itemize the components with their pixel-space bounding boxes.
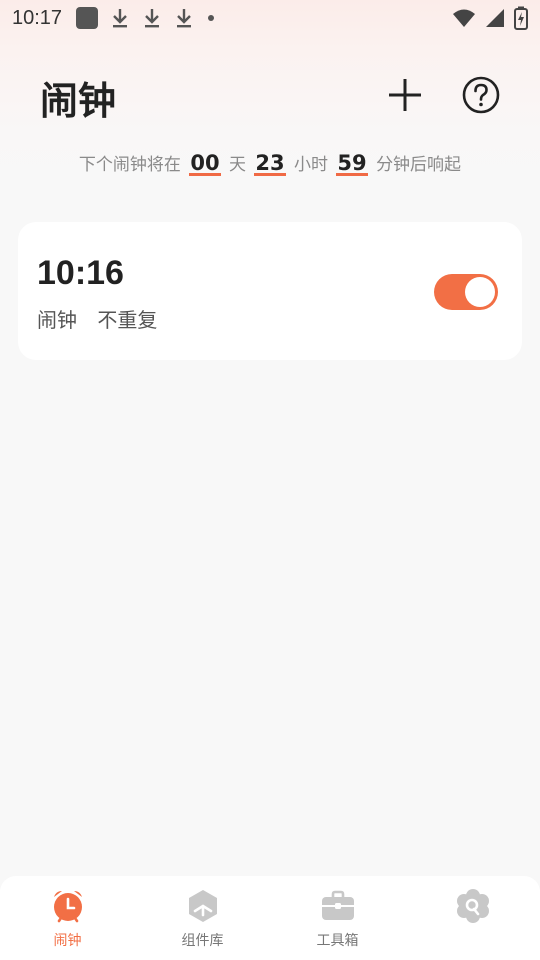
download-icon: [177, 9, 192, 28]
nav-tab-settings[interactable]: [405, 876, 540, 960]
alarm-card[interactable]: 10:16 闹钟 不重复: [18, 222, 522, 360]
alarm-details: 闹钟 不重复: [37, 304, 157, 333]
alarm-enable-toggle[interactable]: [434, 274, 498, 310]
countdown-minutes: 59: [336, 151, 368, 176]
countdown-hours: 23: [254, 151, 286, 176]
download-icon: [113, 9, 128, 28]
alarm-clock-icon: [53, 891, 82, 923]
nav-tab-widgets[interactable]: 组件库: [135, 876, 270, 960]
countdown-days-unit: 天: [228, 155, 246, 175]
download-icon: [145, 9, 160, 28]
more-notifications-dot-icon: [208, 15, 215, 21]
countdown-minutes-suffix: 分钟后响起: [376, 155, 462, 175]
wifi-icon: [453, 9, 475, 27]
alarm-repeat: 不重复: [97, 308, 158, 332]
countdown-prefix: 下个闹钟将在: [78, 155, 181, 175]
nav-label-widgets: 组件库: [181, 933, 224, 949]
page-title: 闹钟: [40, 79, 117, 123]
status-system-icons: [452, 6, 528, 30]
alarm-label: 闹钟: [37, 308, 77, 332]
help-button[interactable]: [460, 74, 502, 116]
nav-label-alarm: 闹钟: [53, 933, 82, 949]
toolbox-icon: [321, 890, 354, 920]
plus-icon: [389, 79, 421, 111]
settings-flower-icon: [456, 889, 489, 923]
widget-cube-icon: [188, 890, 217, 922]
countdown-hours-unit: 小时: [294, 155, 329, 175]
bottom-navigation: 闹钟 组件库 工具箱: [0, 876, 540, 960]
toggle-knob: [465, 277, 495, 307]
nav-label-toolbox: 工具箱: [316, 933, 359, 949]
status-bar: 10:17: [0, 0, 540, 36]
countdown-days: 00: [189, 151, 221, 176]
nav-tab-toolbox[interactable]: 工具箱: [270, 876, 405, 960]
status-time: 10:17: [12, 6, 63, 29]
next-alarm-countdown: 下个闹钟将在 00 天 23 小时 59 分钟后响起: [0, 150, 540, 176]
status-notification-icons: [76, 7, 216, 29]
cellular-signal-icon: [486, 9, 504, 27]
nav-tab-alarm[interactable]: 闹钟: [0, 876, 135, 960]
add-alarm-button[interactable]: [384, 74, 426, 116]
alarm-time: 10:16: [37, 254, 124, 292]
app-notification-icon: [76, 7, 99, 29]
screen: 10:17 闹钟 下个闹钟将在 00 天 23 小时 59 分钟后响起 10:1…: [0, 0, 540, 960]
question-mark-icon: [462, 76, 500, 114]
battery-charging-icon: [514, 6, 528, 30]
